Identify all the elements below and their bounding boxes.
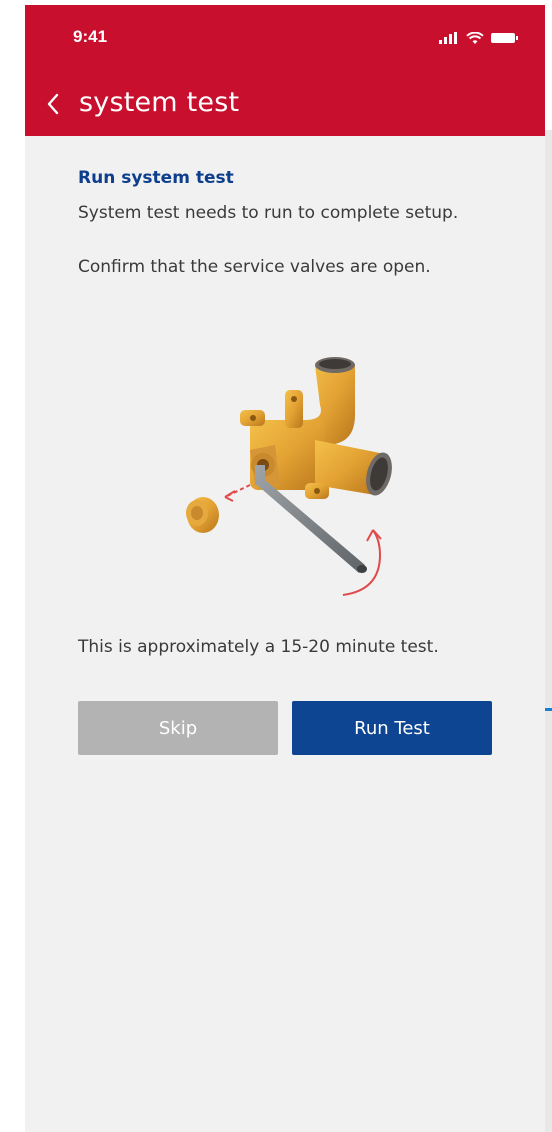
intro-text: System test needs to run to complete set… — [78, 203, 459, 223]
instructions: Run system test System test needs to run… — [78, 165, 498, 281]
confirm-text: Confirm that the service valves are open… — [78, 257, 431, 277]
back-button[interactable] — [39, 89, 67, 119]
battery-icon — [491, 33, 518, 43]
cellular-signal-icon — [439, 32, 457, 44]
section-title: Run system test — [78, 168, 234, 188]
wifi-icon — [466, 31, 484, 44]
chevron-left-icon — [47, 93, 59, 115]
window-edge — [545, 130, 552, 1132]
status-bar: 9:41 — [25, 5, 545, 75]
status-time: 9:41 — [73, 27, 108, 46]
edge-indicator — [545, 708, 552, 711]
page-title: system test — [79, 87, 240, 118]
run-test-button[interactable]: Run Test — [292, 701, 492, 755]
duration-text: This is approximately a 15-20 minute tes… — [78, 637, 439, 657]
service-valve-illustration — [186, 357, 392, 596]
status-icons — [439, 29, 519, 47]
navigation-bar: system test — [25, 83, 545, 127]
skip-button[interactable]: Skip — [78, 701, 278, 755]
app-screen: 9:41 system test Run system test System … — [25, 5, 545, 1132]
app-header: 9:41 system test — [25, 5, 545, 136]
